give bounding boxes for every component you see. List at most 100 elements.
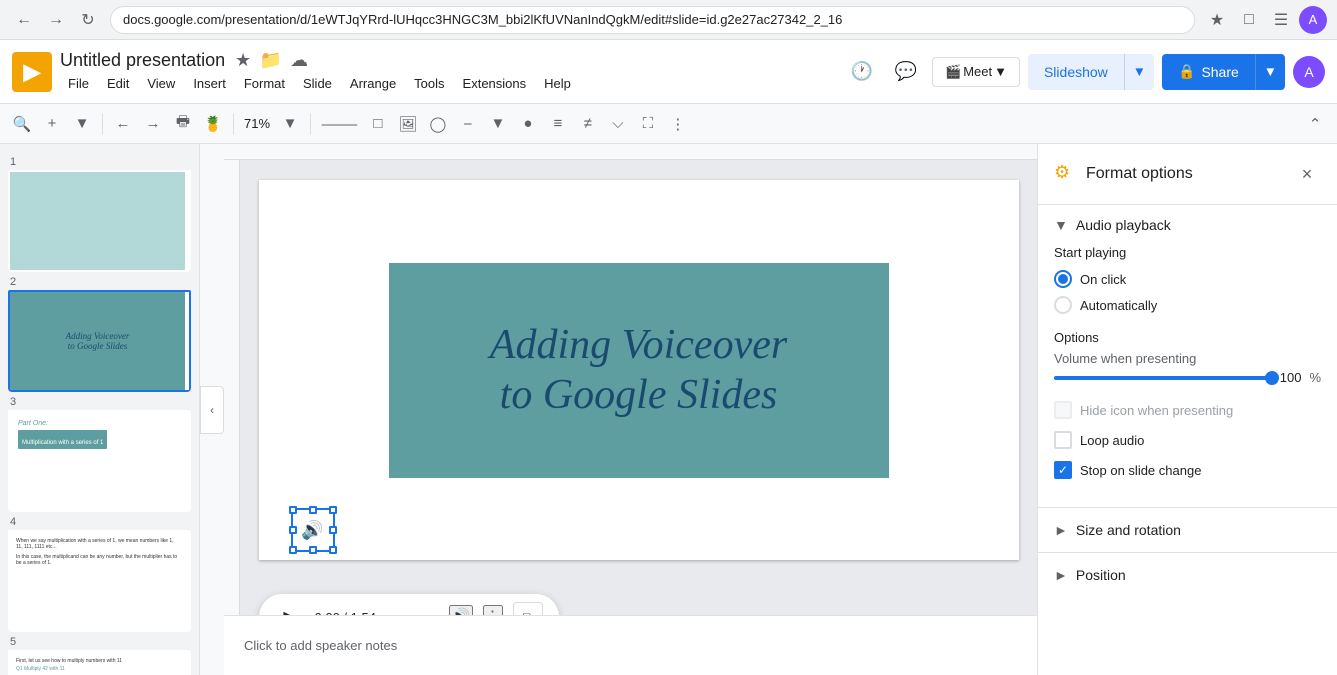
handle-bl[interactable] — [289, 546, 297, 554]
slide-number-5: 5 — [8, 636, 191, 648]
play-button[interactable]: ▶ — [275, 602, 305, 615]
folder-icon[interactable]: 📁 — [259, 48, 283, 72]
comment-button[interactable]: 💬 — [888, 54, 924, 90]
crop-button[interactable]: ⛶ — [634, 109, 662, 139]
stop-on-change-checkbox-row[interactable]: ✓ Stop on slide change — [1054, 461, 1321, 479]
zoom-in-button[interactable]: + — [38, 109, 66, 139]
back-button[interactable]: ← — [10, 6, 38, 34]
slide-thumbnail-5[interactable]: 5 First, let us see how to multiply numb… — [8, 636, 191, 675]
refresh-button[interactable]: ↻ — [74, 6, 102, 34]
slide-3-inner: Part One: Multiplication with a series o… — [8, 410, 191, 512]
share-button[interactable]: 🔒 Share — [1162, 54, 1255, 90]
canvas-scroll[interactable]: Adding Voiceover to Google Slides 🔊 — [240, 160, 1037, 615]
hide-icon-checkbox-row[interactable]: Hide icon when presenting — [1054, 401, 1321, 419]
slide-thumbnail-4[interactable]: 4 When we say multiplication with a seri… — [8, 516, 191, 632]
slide-1-inner — [8, 170, 191, 272]
camera-button[interactable]: 🎬 Meet ▼ — [932, 57, 1020, 87]
more-toolbar-button[interactable]: ⋮ — [664, 109, 692, 139]
format-panel-close-button[interactable]: × — [1293, 160, 1321, 188]
align-button[interactable]: ≠ — [574, 109, 602, 139]
expand-button[interactable]: ⧉ — [513, 602, 543, 615]
menu-insert[interactable]: Insert — [185, 72, 234, 95]
slideshow-dropdown-button[interactable]: ▼ — [1124, 54, 1154, 90]
zoom-dropdown-button[interactable]: ▼ — [68, 109, 96, 139]
menu-view[interactable]: View — [139, 72, 183, 95]
handle-tl[interactable] — [289, 506, 297, 514]
menu-format[interactable]: Format — [236, 72, 293, 95]
user-avatar[interactable]: A — [1293, 56, 1325, 88]
forward-button[interactable]: → — [42, 6, 70, 34]
handle-br[interactable] — [329, 546, 337, 554]
handle-ml[interactable] — [289, 526, 297, 534]
logo-icon: ▶ — [24, 59, 41, 85]
audio-player-container: ▶ 0:00 / 1:54 🔊 ⋮ ⧉ — [259, 594, 559, 615]
menu-edit[interactable]: Edit — [99, 72, 137, 95]
address-bar[interactable]: docs.google.com/presentation/d/1eWTJqYRr… — [110, 6, 1195, 34]
audio-icon-wrapper[interactable]: 🔊 — [291, 508, 335, 552]
select-button[interactable]: □ — [364, 109, 392, 139]
slide-thumbnail-3[interactable]: 3 Part One: Multiplication with a series… — [8, 396, 191, 512]
volume-slider-thumb[interactable] — [1265, 371, 1279, 385]
toggle-sidebar-button[interactable]: ‹ — [200, 386, 224, 434]
speaker-notes[interactable]: Click to add speaker notes — [224, 615, 1037, 675]
audio-section-header[interactable]: ▼ Audio playback — [1038, 205, 1337, 245]
audio-more-button[interactable]: ⋮ — [483, 605, 503, 615]
volume-slider-track[interactable] — [1054, 376, 1272, 380]
slide-thumbnail-2[interactable]: 2 Adding Voiceoverto Google Slides — [8, 276, 191, 392]
slide-title-line2: to Google Slides — [500, 372, 778, 418]
cloud-icon[interactable]: ☁ — [287, 48, 311, 72]
image-button[interactable]: 🖼 — [394, 109, 422, 139]
menu-help[interactable]: Help — [536, 72, 579, 95]
history-button[interactable]: 🕐 — [844, 54, 880, 90]
bookmark-button[interactable]: ★ — [1203, 6, 1231, 34]
handle-tr[interactable] — [329, 506, 337, 514]
profile-button[interactable]: A — [1299, 6, 1327, 34]
slide-3-img: Part One: Multiplication with a series o… — [10, 412, 185, 510]
slide-thumbnail-1[interactable]: 1 — [8, 156, 191, 272]
line-button[interactable]: ⎯ — [454, 109, 482, 139]
screenshot-button[interactable]: □ — [1235, 6, 1263, 34]
shape-button[interactable]: ◯ — [424, 109, 452, 139]
zoom-expand-button[interactable]: ▼ — [276, 109, 304, 139]
volume-label: Volume when presenting — [1054, 351, 1321, 366]
slide-canvas[interactable]: Adding Voiceover to Google Slides 🔊 — [259, 180, 1019, 560]
share-dropdown-button[interactable]: ▼ — [1255, 54, 1285, 90]
star-icon[interactable]: ★ — [231, 48, 255, 72]
cursor-button[interactable]: ⸻ — [317, 109, 362, 139]
options-label: Options — [1054, 330, 1321, 345]
handle-bm[interactable] — [309, 546, 317, 554]
menu-file[interactable]: File — [60, 72, 97, 95]
print-button[interactable]: 🖶 — [169, 109, 197, 139]
radio-on-click-dot — [1058, 274, 1068, 284]
collapse-toolbar-button[interactable]: ⌃ — [1301, 109, 1329, 139]
menu-arrange[interactable]: Arrange — [342, 72, 404, 95]
slide-number-2: 2 — [8, 276, 191, 288]
position-section[interactable]: ► Position — [1038, 553, 1337, 597]
slideshow-button[interactable]: Slideshow — [1028, 54, 1124, 90]
radio-on-click[interactable]: On click — [1054, 270, 1321, 288]
slide-3-label: Part One: — [18, 420, 48, 427]
audio-section-content: Start playing On click Automatically Opt… — [1038, 245, 1337, 507]
stop-on-change-checkbox: ✓ — [1054, 461, 1072, 479]
handle-tm[interactable] — [309, 506, 317, 514]
handle-mr[interactable] — [329, 526, 337, 534]
line-dropdown-button[interactable]: ▼ — [484, 109, 512, 139]
menu-tools[interactable]: Tools — [406, 72, 452, 95]
radio-automatically[interactable]: Automatically — [1054, 296, 1321, 314]
redo-button[interactable]: → — [139, 109, 167, 139]
volume-button[interactable]: 🔊 — [449, 605, 473, 615]
size-rotation-section[interactable]: ► Size and rotation — [1038, 508, 1337, 552]
align-left-button[interactable]: ≡ — [544, 109, 572, 139]
audio-element-container: 🔊 — [291, 508, 335, 552]
volume-unit: % — [1309, 370, 1321, 385]
menu-slide[interactable]: Slide — [295, 72, 340, 95]
menu-extensions[interactable]: Extensions — [455, 72, 535, 95]
text-button[interactable]: ⌵ — [604, 109, 632, 139]
paint-format-button[interactable]: 🍍 — [199, 109, 227, 139]
start-playing-radio-group: On click Automatically — [1054, 270, 1321, 314]
search-button[interactable]: 🔍 — [8, 109, 36, 139]
loop-audio-checkbox-row[interactable]: Loop audio — [1054, 431, 1321, 449]
undo-button[interactable]: ← — [109, 109, 137, 139]
extensions-button[interactable]: ☰ — [1267, 6, 1295, 34]
color-button[interactable]: ● — [514, 109, 542, 139]
